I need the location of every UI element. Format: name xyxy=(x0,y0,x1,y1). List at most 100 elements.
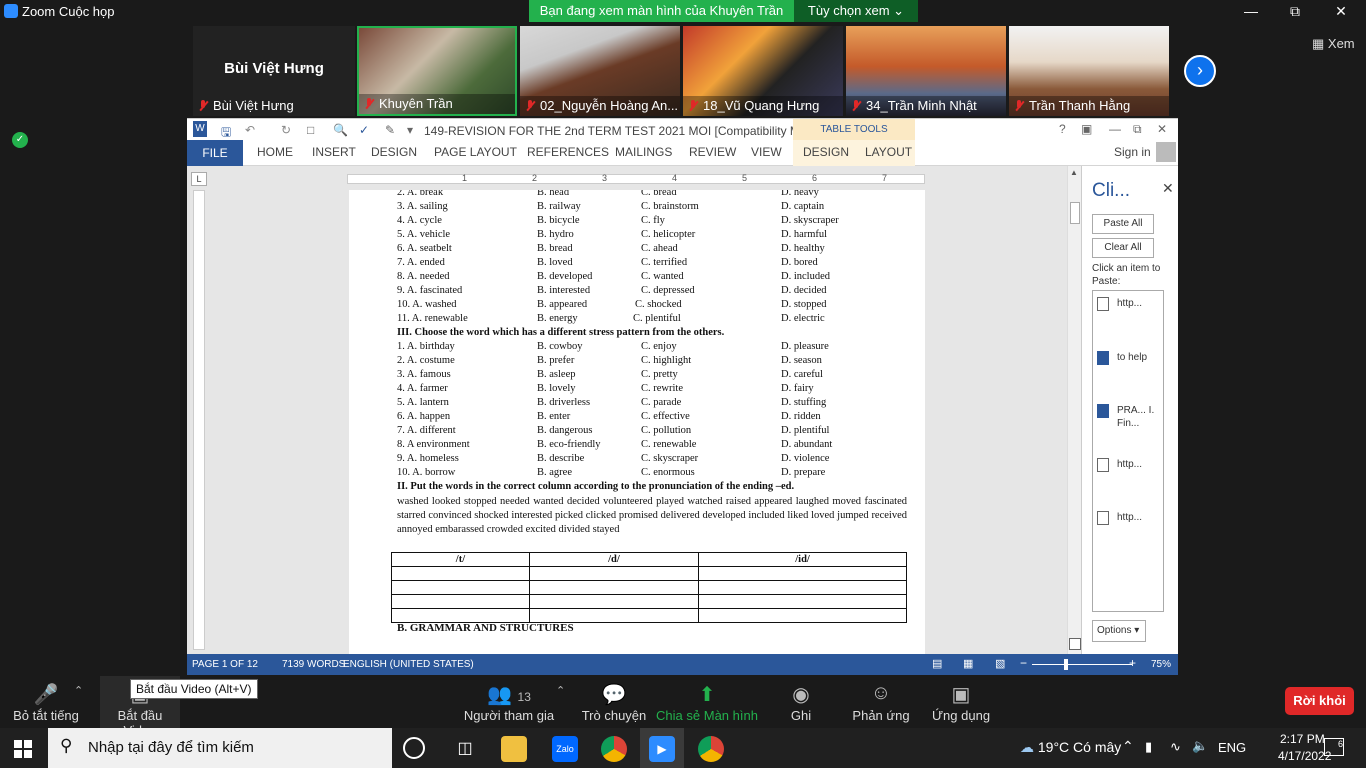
participants-button[interactable]: 👥 13 Người tham gia xyxy=(462,676,556,723)
customize-qat-icon[interactable]: ▾ xyxy=(407,123,413,137)
participant-tile[interactable]: 18_Vũ Quang Hưng xyxy=(683,26,843,116)
word-restore-icon[interactable]: ⧉ xyxy=(1133,122,1142,137)
tab-review[interactable]: REVIEW xyxy=(689,145,736,159)
ruler-number: 4 xyxy=(672,173,678,183)
clock-time[interactable]: 2:17 PM xyxy=(1280,732,1325,746)
tab-design[interactable]: DESIGN xyxy=(371,145,417,159)
scroll-thumb[interactable] xyxy=(1070,202,1080,224)
record-button[interactable]: ◉ Ghi xyxy=(776,676,826,723)
view-options-button[interactable]: Tùy chọn xem ⌄ xyxy=(794,0,918,22)
unmute-button[interactable]: 🎤 Bỏ tắt tiếng xyxy=(10,676,82,723)
volume-icon[interactable]: 🔈 xyxy=(1192,738,1208,754)
task-view-icon[interactable]: ◫ xyxy=(452,736,478,762)
horizontal-ruler[interactable]: 1 2 3 4 5 6 7 xyxy=(347,173,925,184)
tab-view[interactable]: VIEW xyxy=(751,145,782,159)
zoom-level[interactable]: 75% xyxy=(1151,659,1171,670)
track-changes-icon[interactable]: ✎ xyxy=(385,123,395,137)
view-toggle-button[interactable]: ▦ Xem xyxy=(1312,36,1355,52)
word-count[interactable]: 7139 WORDS xyxy=(282,659,345,670)
document-page[interactable]: 2. A. break B. head C. bread D. heavy 3. A.… xyxy=(349,190,925,654)
minimize-icon[interactable]: — xyxy=(1228,0,1274,24)
input-language[interactable]: ENG xyxy=(1218,740,1246,755)
ending-table[interactable]: /t/ /d/ /id/ xyxy=(391,552,907,623)
battery-icon[interactable]: ▮ xyxy=(1145,739,1152,755)
maximize-icon[interactable]: ⧉ xyxy=(1272,0,1318,24)
reactions-button[interactable]: ☺ Phản ứng xyxy=(846,676,916,723)
page-count[interactable]: PAGE 1 OF 12 xyxy=(192,659,258,670)
redo-icon[interactable]: ↻ xyxy=(281,123,291,137)
search-icon: ⚲ xyxy=(60,736,73,755)
notification-center-icon[interactable]: 6 xyxy=(1324,738,1344,756)
audio-options-chevron-icon[interactable]: ⌃ xyxy=(74,684,83,697)
help-icon[interactable]: ? xyxy=(1059,122,1066,136)
file-explorer-icon[interactable] xyxy=(501,736,527,762)
table-row[interactable] xyxy=(391,580,907,595)
participant-tile[interactable]: 02_Nguyễn Hoàng An... xyxy=(520,26,680,116)
clipboard-list[interactable]: http... to help PRA... I. Fin... http...… xyxy=(1092,290,1164,612)
zoom-slider[interactable] xyxy=(1032,664,1132,665)
taskbar-search-box[interactable]: ⚲ Nhập tại đây để tìm kiếm xyxy=(48,728,392,768)
participant-tile[interactable]: Khuyên Trần xyxy=(357,26,517,116)
table-row[interactable] xyxy=(391,566,907,581)
participant-tile-active-speaker[interactable]: Bùi Việt Hưng Bùi Việt Hưng xyxy=(193,26,355,116)
windows-start-icon[interactable] xyxy=(14,740,32,758)
leave-meeting-button[interactable]: Rời khỏi xyxy=(1285,687,1354,715)
window-title: Zoom Cuộc họp xyxy=(22,4,115,19)
table-row[interactable] xyxy=(391,608,907,623)
tab-table-layout[interactable]: LAYOUT xyxy=(865,145,912,159)
tab-file[interactable]: FILE xyxy=(187,140,243,166)
language-indicator[interactable]: ENGLISH (UNITED STATES) xyxy=(343,659,474,670)
next-page-arrow-icon[interactable]: › xyxy=(1184,55,1216,87)
tab-insert[interactable]: INSERT xyxy=(312,145,356,159)
ribbon-display-icon[interactable]: ▣ xyxy=(1081,122,1092,136)
chat-button[interactable]: 💬 Trò chuyện xyxy=(578,676,650,723)
scroll-up-icon[interactable]: ▲ xyxy=(1070,168,1078,177)
weather-widget[interactable]: ☁ 19°C Có mây xyxy=(1020,739,1121,756)
print-layout-icon[interactable]: ▦ xyxy=(963,657,973,670)
zoom-slider-thumb[interactable] xyxy=(1064,659,1068,670)
read-mode-icon[interactable]: ▤ xyxy=(932,657,942,670)
ruler-number: 2 xyxy=(532,173,538,183)
participant-tile[interactable]: Trần Thanh Hằng xyxy=(1009,26,1169,116)
avatar[interactable] xyxy=(1156,142,1176,162)
participant-tile[interactable]: 34_Trần Minh Nhật xyxy=(846,26,1006,116)
table-row[interactable] xyxy=(391,594,907,609)
web-layout-icon[interactable]: ▧ xyxy=(995,657,1005,670)
tab-table-design[interactable]: DESIGN xyxy=(803,145,849,159)
tab-home[interactable]: HOME xyxy=(257,145,293,159)
clipboard-options-button[interactable]: Options ▾ xyxy=(1092,620,1146,642)
participants-options-chevron-icon[interactable]: ⌃ xyxy=(556,684,565,697)
word-close-icon[interactable]: ✕ xyxy=(1157,122,1167,136)
clear-all-button[interactable]: Clear All xyxy=(1092,238,1154,258)
chrome-icon[interactable] xyxy=(601,736,627,762)
wifi-icon[interactable]: ∿ xyxy=(1170,739,1181,755)
scroll-down-icon[interactable] xyxy=(1069,638,1081,650)
section-heading: II. Put the words in the correct column … xyxy=(397,481,795,492)
tab-page-layout[interactable]: PAGE LAYOUT xyxy=(434,145,517,159)
tray-chevron-icon[interactable]: ⌃ xyxy=(1122,738,1134,755)
zoom-taskbar-icon[interactable]: ▶ xyxy=(649,736,675,762)
close-icon[interactable]: ✕ xyxy=(1162,180,1174,197)
zoom-out-icon[interactable]: − xyxy=(1020,656,1027,670)
close-icon[interactable]: ✕ xyxy=(1318,0,1364,24)
word-minimize-icon[interactable]: — xyxy=(1109,122,1121,136)
paste-all-button[interactable]: Paste All xyxy=(1092,214,1154,234)
vertical-ruler[interactable] xyxy=(193,190,205,650)
tab-selector[interactable]: L xyxy=(191,172,207,186)
chrome-profile-icon[interactable] xyxy=(698,736,724,762)
participant-name: 18_Vũ Quang Hưng xyxy=(683,96,843,116)
encryption-shield-icon[interactable]: ✓ xyxy=(12,132,28,148)
new-doc-icon[interactable]: □ xyxy=(307,123,314,137)
zalo-icon[interactable]: Zalo xyxy=(552,736,578,762)
zoom-in-icon[interactable]: + xyxy=(1129,656,1136,670)
undo-icon[interactable]: ↶ xyxy=(245,123,255,137)
sign-in-link[interactable]: Sign in xyxy=(1114,145,1151,159)
cortana-icon[interactable] xyxy=(403,737,425,759)
spelling-icon[interactable]: ✓ xyxy=(359,123,369,137)
print-preview-icon[interactable]: 🔍 xyxy=(333,123,348,137)
vertical-scrollbar[interactable]: ▲ xyxy=(1067,166,1081,654)
tab-references[interactable]: REFERENCES xyxy=(527,145,609,159)
share-screen-button[interactable]: ⬆ Chia sẻ Màn hình xyxy=(656,676,758,723)
tab-mailings[interactable]: MAILINGS xyxy=(615,145,672,159)
apps-button[interactable]: ▣ Ứng dụng xyxy=(926,676,996,723)
